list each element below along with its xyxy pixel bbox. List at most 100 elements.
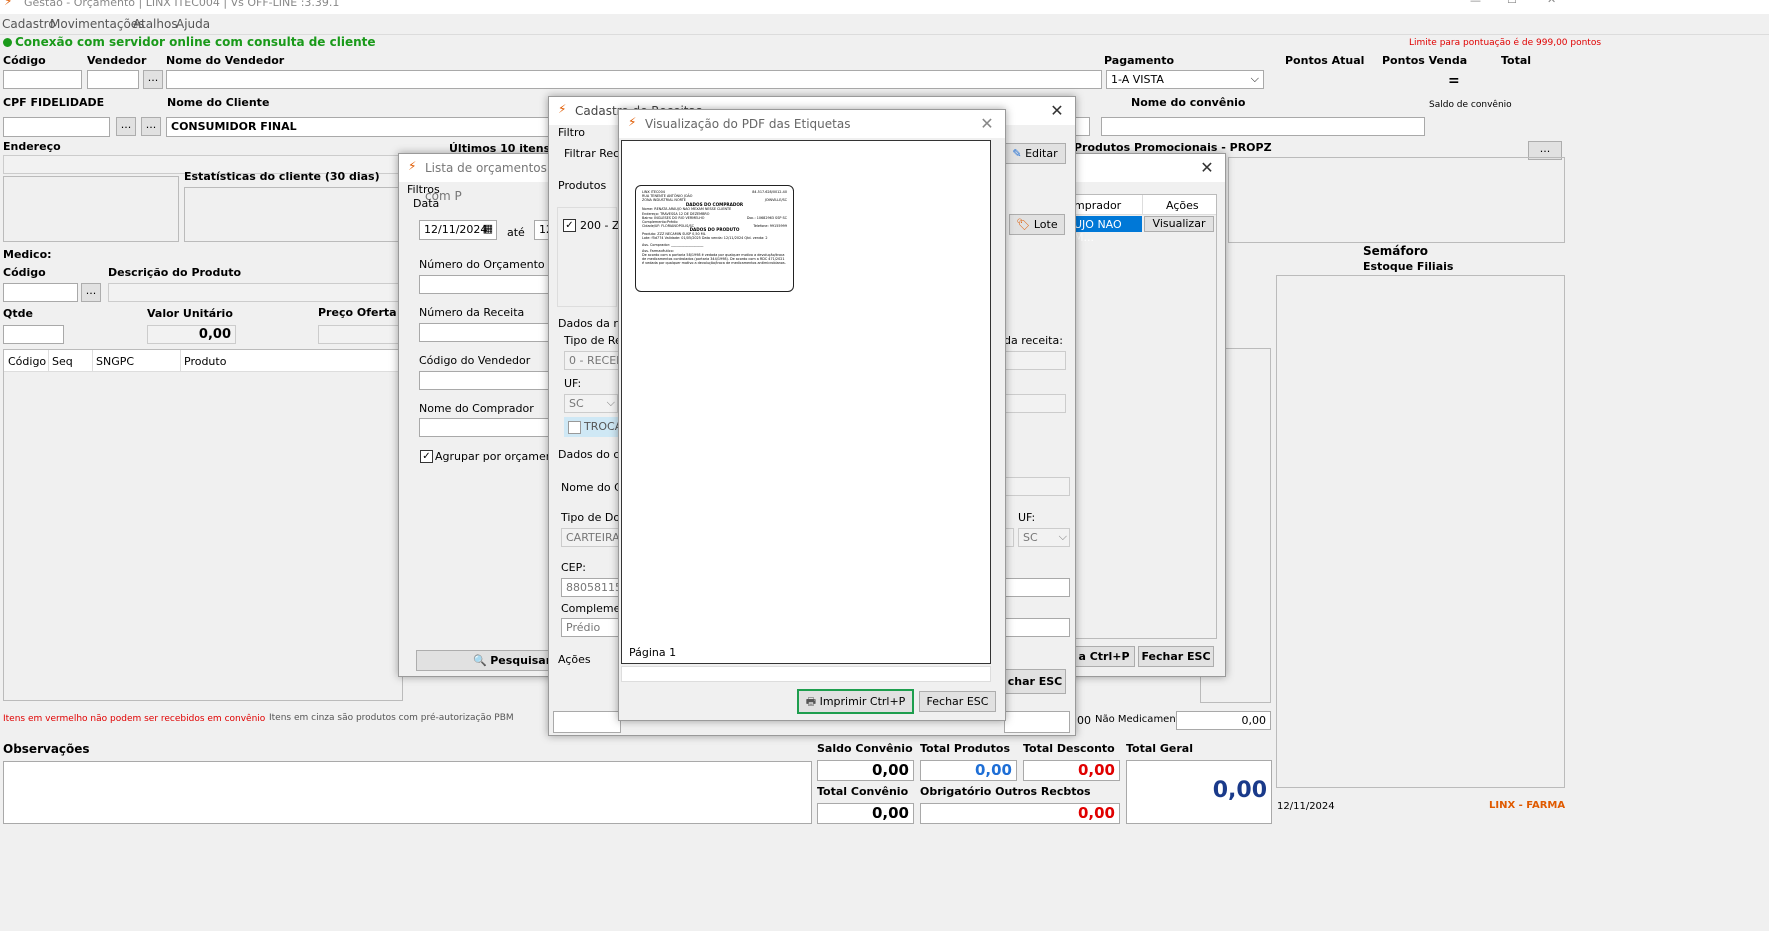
- footer-date: 12/11/2024: [1277, 801, 1335, 812]
- nome-cliente-input[interactable]: CONSUMIDOR FINAL: [166, 117, 550, 137]
- tipo-receita-select: 0 - RECEITA: [564, 351, 622, 370]
- uf-label: UF:: [564, 377, 582, 390]
- troca-row[interactable]: TROCA: [564, 417, 622, 437]
- cliente-search-button[interactable]: ...: [141, 117, 161, 136]
- cpf-search-button[interactable]: ...: [116, 117, 136, 136]
- produtos-list[interactable]: ✓ 200 - ZZZ: [557, 207, 635, 307]
- qtde-input[interactable]: [3, 325, 64, 344]
- acoes-label: Ações: [558, 653, 591, 666]
- lista-date-from[interactable]: 12/11/2024 ▦: [419, 220, 497, 240]
- pontos-venda-label: Pontos Venda: [1382, 54, 1468, 67]
- propz-col-comprador[interactable]: mprador: [1074, 199, 1121, 212]
- cep-input[interactable]: 88058115: [561, 578, 621, 597]
- pdf-fechar-button[interactable]: Fechar ESC: [919, 691, 996, 712]
- cod-vendedor-label: Código do Vendedor: [419, 354, 531, 367]
- vendedor-label: Vendedor: [87, 54, 147, 67]
- items-grid[interactable]: Código Seq SNGPC Produto: [3, 349, 404, 701]
- propz-close-icon[interactable]: ✕: [1195, 156, 1219, 180]
- produto-codigo-input[interactable]: [3, 283, 78, 302]
- editar-button[interactable]: ✎ Editar: [1004, 143, 1066, 164]
- calendar-icon[interactable]: ▦: [483, 222, 493, 235]
- lista-app-icon: ⚡: [408, 159, 417, 173]
- uf-chevron-icon: ⌵: [606, 396, 615, 409]
- complemento-input[interactable]: Prédio: [561, 618, 621, 637]
- pdf-scrollbar[interactable]: [621, 666, 991, 682]
- estoque-filiais-label: Estoque Filiais: [1363, 260, 1454, 273]
- menu-atalhos[interactable]: Atalhos: [133, 17, 178, 31]
- cod-vendedor-input[interactable]: [419, 371, 559, 390]
- complemento-extra-input[interactable]: [1004, 618, 1070, 637]
- produto-checkbox[interactable]: ✓: [563, 219, 576, 232]
- propz-grid[interactable]: mprador Ações UJO NAO M... Visualizar: [1071, 194, 1217, 639]
- num-receita-input[interactable]: [419, 323, 559, 342]
- valor-unitario-value: 0,00: [198, 327, 231, 342]
- lista-date-from-value: 12/11/2024: [424, 223, 488, 236]
- cep-value: 88058115: [566, 581, 621, 594]
- nome-cliente-label: Nome do Cliente: [167, 96, 270, 109]
- label-comprador-cidade: Cidade/UF: FLORIANOPOLIS/SC: [642, 224, 694, 229]
- cadastro-status-bar-right: [1004, 711, 1070, 733]
- propz-fechar-button[interactable]: Fechar ESC: [1138, 646, 1214, 667]
- cadastro-fechar-button[interactable]: char ESC: [1004, 669, 1066, 694]
- uf-value: SC: [569, 397, 584, 410]
- data-receita-input: [1004, 351, 1066, 370]
- edit-icon: ✎: [1012, 147, 1022, 160]
- observacoes-textarea[interactable]: [3, 761, 812, 824]
- nome-com-input: [1004, 477, 1070, 496]
- note-red: Itens em vermelho não podem ser recebido…: [3, 714, 266, 724]
- troca-checkbox[interactable]: [568, 421, 581, 434]
- valor-unitario-label: Valor Unitário: [147, 307, 233, 320]
- title-bar: ⚡ Gestão - Orçamento | LINX ITEC004 | Vs…: [0, 0, 1769, 14]
- vendedor-input[interactable]: [87, 70, 139, 89]
- propz-imprimir-button[interactable]: a Ctrl+P: [1073, 646, 1135, 667]
- num-orcamento-input[interactable]: [419, 275, 559, 294]
- nome-convenio-input[interactable]: [1101, 117, 1425, 136]
- valor-unitario-input: 0,00: [147, 325, 236, 344]
- menu-ajuda[interactable]: Ajuda: [176, 17, 210, 31]
- col-produto[interactable]: Produto: [184, 355, 226, 368]
- col-codigo[interactable]: Código: [8, 355, 46, 368]
- propz-row[interactable]: UJO NAO M...: [1072, 216, 1142, 244]
- menu-movimentacoes[interactable]: Movimentações: [50, 17, 144, 31]
- pagamento-value: 1-A VISTA: [1111, 73, 1164, 86]
- qtde-label: Qtde: [3, 307, 33, 320]
- nao-med-count: 00: [1077, 714, 1091, 727]
- imprimir-button[interactable]: 🖶 Imprimir Ctrl+P: [797, 689, 914, 714]
- receita-extra-input: [1004, 394, 1066, 413]
- lote-button[interactable]: 🏷 Lote: [1009, 214, 1065, 235]
- label-card: LINX ITEC004 84.517.628/0012-40 RUA TENEN…: [635, 185, 794, 292]
- vendedor-search-button[interactable]: ...: [143, 70, 163, 89]
- nome-vendedor-input[interactable]: [166, 70, 1102, 89]
- editar-label: Editar: [1025, 147, 1058, 160]
- minimize-icon[interactable]: —: [1470, 0, 1481, 7]
- pagamento-select[interactable]: 1-A VISTA ⌵: [1106, 70, 1264, 89]
- uf2-select: SC ⌵: [1018, 528, 1070, 547]
- propz-col-acoes[interactable]: Ações: [1166, 199, 1199, 212]
- complemento-value: Prédio: [566, 621, 601, 634]
- menu-cadastro[interactable]: Cadastro: [2, 17, 56, 31]
- lista-data-label: Data: [413, 197, 440, 210]
- nome-comprador-input[interactable]: [419, 418, 559, 437]
- label-comprador-bairro: Bairro: INGLESES DO RIO VERMELHO: [642, 215, 705, 220]
- pdf-page[interactable]: LINX ITEC004 84.517.628/0012-40 RUA TENEN…: [621, 140, 991, 664]
- agrupar-checkbox[interactable]: ✓: [420, 450, 433, 463]
- agrupar-label: Agrupar por orçamento: [435, 450, 564, 463]
- produto-search-button[interactable]: ...: [81, 283, 101, 302]
- cadastro-close-icon[interactable]: ✕: [1045, 99, 1069, 123]
- col-seq[interactable]: Seq: [52, 355, 73, 368]
- visualizar-button[interactable]: Visualizar: [1144, 216, 1214, 232]
- cpf-input[interactable]: [3, 117, 110, 137]
- descricao-produto-input: [108, 283, 403, 302]
- pdf-close-icon[interactable]: ✕: [975, 112, 999, 136]
- label-comprador-telefone: Telefone: 99155999: [753, 224, 787, 229]
- observacoes-label: Observações: [3, 742, 90, 756]
- page-number: Página 1: [629, 646, 677, 659]
- saldo-convenio-total-label: Saldo Convênio: [817, 742, 913, 755]
- col-sngpc[interactable]: SNGPC: [96, 355, 134, 368]
- codigo-input[interactable]: [3, 70, 82, 89]
- close-icon[interactable]: ✕: [1547, 0, 1556, 6]
- troca-label: TROCA: [584, 420, 623, 433]
- maximize-icon[interactable]: ☐: [1507, 0, 1517, 6]
- cep-extra-input[interactable]: [1004, 578, 1070, 597]
- pesquisar-button[interactable]: 🔍 Pesquisar ENT: [416, 650, 579, 671]
